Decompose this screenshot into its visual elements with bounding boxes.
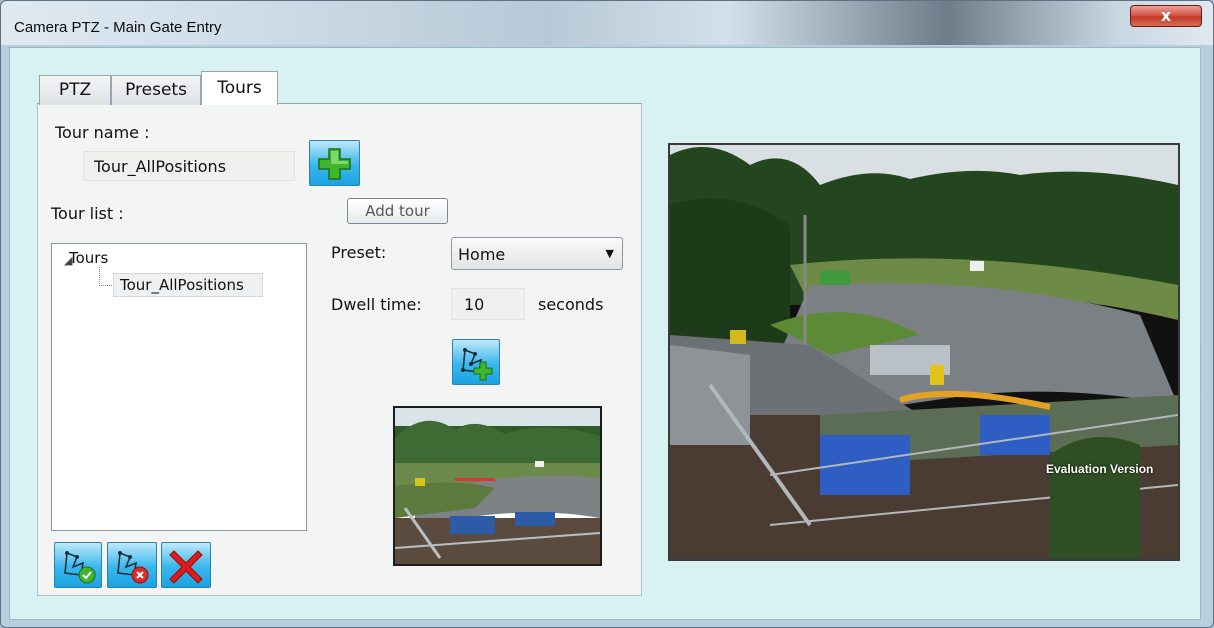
window-title: Camera PTZ - Main Gate Entry <box>14 19 222 36</box>
title-bar[interactable]: Camera PTZ - Main Gate Entry x <box>1 1 1213 45</box>
preset-thumbnail <box>393 406 602 566</box>
plus-icon <box>318 148 351 180</box>
dwell-time-input[interactable]: 10 <box>451 288 525 320</box>
delete-x-icon <box>169 550 203 584</box>
tree-item-tour[interactable]: Tour_AllPositions <box>113 273 263 297</box>
dwell-time-label: Dwell time: <box>331 295 422 314</box>
tab-presets[interactable]: Presets <box>111 75 201 105</box>
start-tour-button[interactable] <box>54 542 102 588</box>
evaluation-watermark: Evaluation Version <box>1046 462 1154 476</box>
chevron-down-icon: ▼ <box>605 247 614 260</box>
tour-name-input[interactable]: Tour_AllPositions <box>83 151 295 181</box>
delete-tour-button[interactable] <box>161 542 211 588</box>
tour-list-label: Tour list : <box>51 204 124 223</box>
close-button[interactable]: x <box>1130 5 1202 27</box>
preset-value: Home <box>458 245 506 264</box>
tour-start-icon <box>64 551 96 584</box>
preset-select[interactable]: Home ▼ <box>451 237 623 270</box>
preset-label: Preset: <box>331 243 387 262</box>
tree-root-node[interactable]: Tours <box>69 249 108 267</box>
tree-connector <box>99 285 112 287</box>
tour-name-label: Tour name : <box>55 123 150 142</box>
tour-add-position-icon <box>461 348 493 381</box>
add-position-button[interactable] <box>452 339 500 385</box>
tab-ptz[interactable]: PTZ <box>39 75 111 105</box>
tree-connector <box>99 267 101 286</box>
add-tour-button[interactable] <box>309 140 360 186</box>
stop-tour-button[interactable] <box>107 542 157 588</box>
dwell-unit-label: seconds <box>538 295 604 314</box>
tab-tours[interactable]: Tours <box>201 71 278 105</box>
tour-stop-icon <box>117 551 149 584</box>
camera-live-view[interactable] <box>668 143 1180 561</box>
add-tour-tooltip: Add tour <box>347 198 448 224</box>
window: Camera PTZ - Main Gate Entry x PTZ Prese… <box>0 0 1214 628</box>
